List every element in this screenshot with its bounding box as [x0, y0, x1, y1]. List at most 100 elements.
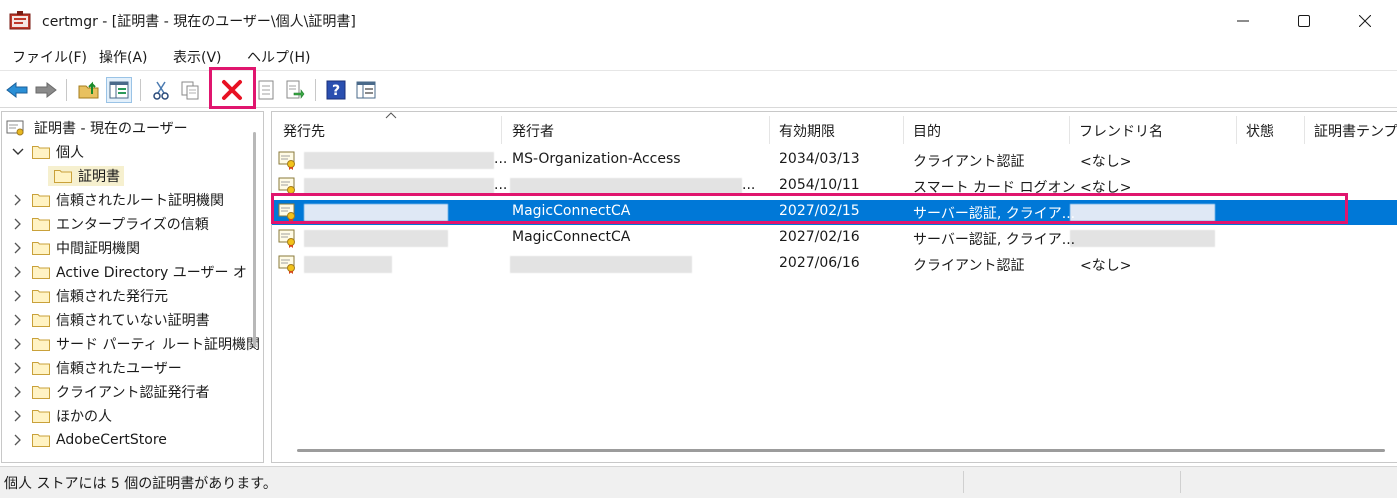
redacted-value: [304, 152, 494, 169]
copy-button[interactable]: [177, 77, 203, 103]
chevron-right-icon[interactable]: [10, 434, 26, 446]
menu-bar: ファイル(F) 操作(A) 表示(V) ヘルプ(H): [0, 42, 1397, 70]
status-bar: 個人 ストアには 5 個の証明書があります。: [0, 466, 1397, 498]
folder-icon: [32, 266, 50, 279]
folder-icon: [32, 434, 50, 447]
cell-expiration: 2027/02/16: [779, 229, 860, 245]
selected-row-annotation: [271, 193, 1348, 224]
folder-icon: [32, 290, 50, 303]
tree-root-label: 証明書 - 現在のユーザー: [34, 121, 188, 137]
list-header: 発行先 発行者 有効期限 目的 フレンドリ名 状態 証明書テンプ: [272, 112, 1397, 148]
cell-expiration: 2027/06/16: [779, 255, 860, 271]
chevron-right-icon[interactable]: [10, 266, 26, 278]
tree-item-personal[interactable]: 個人: [10, 140, 84, 164]
status-text: 個人 ストアには 5 個の証明書があります。: [4, 476, 277, 492]
close-icon: [1359, 15, 1371, 27]
cut-button[interactable]: [148, 77, 174, 103]
redacted-value: [304, 230, 448, 247]
chevron-right-icon[interactable]: [10, 242, 26, 254]
maximize-button[interactable]: [1272, 0, 1336, 42]
chevron-right-icon[interactable]: [10, 218, 26, 230]
copy-icon: [181, 81, 199, 100]
sort-ascending-icon: [385, 112, 397, 119]
column-header-issued-to[interactable]: 発行先: [283, 121, 325, 141]
menu-action[interactable]: 操作(A): [99, 47, 148, 67]
maximize-icon: [1298, 15, 1310, 27]
tree-item[interactable]: 中間証明機関: [10, 236, 140, 260]
tree-item[interactable]: Active Directory ユーザー オ: [10, 260, 247, 284]
chevron-right-icon[interactable]: [10, 314, 26, 326]
tree-item[interactable]: 信頼された発行元: [10, 284, 168, 308]
tree-item[interactable]: AdobeCertStore: [10, 428, 167, 452]
tree-scrollbar[interactable]: [253, 132, 256, 347]
console-view-button[interactable]: [353, 77, 379, 103]
tree-item[interactable]: クライアント認証発行者: [10, 380, 209, 404]
tree-item[interactable]: エンタープライズの信頼: [10, 212, 209, 236]
tree-item[interactable]: 信頼されたルート証明機関: [10, 188, 224, 212]
certmgr-app-icon: [9, 11, 31, 30]
show-hide-tree-button[interactable]: [106, 77, 132, 103]
delete-button-annotation: [209, 67, 256, 109]
menu-view[interactable]: 表示(V): [173, 47, 222, 67]
export-list-button[interactable]: [282, 77, 308, 103]
certificate-icon: [278, 151, 295, 170]
chevron-right-icon[interactable]: [10, 410, 26, 422]
chevron-right-icon[interactable]: [10, 194, 26, 206]
tree-item-label: 中間証明機関: [56, 241, 140, 257]
folder-icon: [32, 314, 50, 327]
chevron-right-icon[interactable]: [10, 290, 26, 302]
chevron-right-icon[interactable]: [10, 386, 26, 398]
menu-help[interactable]: ヘルプ(H): [247, 47, 310, 67]
window-title: certmgr - [証明書 - 現在のユーザー\個人\証明書]: [42, 14, 356, 30]
column-header-status[interactable]: 状態: [1246, 121, 1274, 141]
forward-arrow-icon: [35, 81, 57, 99]
chevron-right-icon[interactable]: [10, 362, 26, 374]
close-window-button[interactable]: [1333, 0, 1397, 42]
properties-button[interactable]: [253, 77, 279, 103]
cell-purpose: サーバー認証, クライア...: [913, 232, 1076, 248]
cell-friendly-name: <なし>: [1080, 154, 1132, 170]
minimize-icon: [1237, 20, 1249, 22]
tree-item-certificates[interactable]: 証明書: [48, 164, 124, 188]
folder-icon: [32, 386, 50, 399]
list-horizontal-scrollbar[interactable]: [297, 449, 1385, 452]
column-header-issued-by[interactable]: 発行者: [512, 121, 554, 141]
title-bar: certmgr - [証明書 - 現在のユーザー\個人\証明書]: [0, 0, 1397, 42]
column-header-purpose[interactable]: 目的: [913, 121, 941, 141]
column-header-friendly-name[interactable]: フレンドリ名: [1079, 121, 1163, 141]
svg-text:?: ?: [332, 83, 340, 99]
cell-issued-by: ...: [742, 177, 756, 193]
tree-root[interactable]: 証明書 - 現在のユーザー: [6, 116, 188, 140]
minimize-button[interactable]: [1211, 0, 1275, 42]
column-header-expiration[interactable]: 有効期限: [779, 121, 835, 141]
show-hide-tree-icon: [109, 81, 129, 99]
tree-item-label: 証明書: [78, 169, 120, 185]
help-button[interactable]: ?: [323, 77, 349, 103]
certificate-list: 発行先 発行者 有効期限 目的 フレンドリ名 状態 証明書テンプ ... MS-O…: [271, 111, 1397, 463]
help-icon: ?: [326, 80, 346, 100]
chevron-down-icon[interactable]: [10, 148, 26, 156]
chevron-right-icon[interactable]: [10, 338, 26, 350]
tree-item[interactable]: サード パーティ ルート証明機関: [10, 332, 260, 356]
table-row[interactable]: 2027/06/16 クライアント認証 <なし>: [272, 252, 1397, 277]
up-folder-icon: [78, 81, 99, 99]
up-one-level-button[interactable]: [76, 77, 102, 103]
folder-icon: [32, 146, 50, 159]
tree-item-label: 信頼されていない証明書: [56, 313, 210, 329]
column-header-template[interactable]: 証明書テンプ: [1314, 121, 1397, 141]
menu-file[interactable]: ファイル(F): [12, 47, 87, 67]
cell-expiration: 2034/03/13: [779, 151, 860, 167]
tree-item-label: クライアント認証発行者: [56, 385, 210, 401]
table-row[interactable]: MagicConnectCA 2027/02/16 サーバー認証, クライア...: [272, 226, 1397, 251]
tree-item-label: サード パーティ ルート証明機関: [56, 337, 261, 353]
tree-item-label: Active Directory ユーザー オ: [56, 265, 247, 281]
folder-open-icon: [54, 170, 72, 183]
forward-button[interactable]: [33, 77, 59, 103]
cell-issued-by: MS-Organization-Access: [512, 151, 681, 167]
tree-item[interactable]: 信頼されたユーザー: [10, 356, 182, 380]
table-row[interactable]: ... MS-Organization-Access 2034/03/13 クライアン…: [272, 148, 1397, 173]
tree-item[interactable]: ほかの人: [10, 404, 112, 428]
tree-item[interactable]: 信頼されていない証明書: [10, 308, 210, 332]
back-button[interactable]: [4, 77, 30, 103]
tree-item-label: 信頼されたルート証明機関: [56, 193, 224, 209]
